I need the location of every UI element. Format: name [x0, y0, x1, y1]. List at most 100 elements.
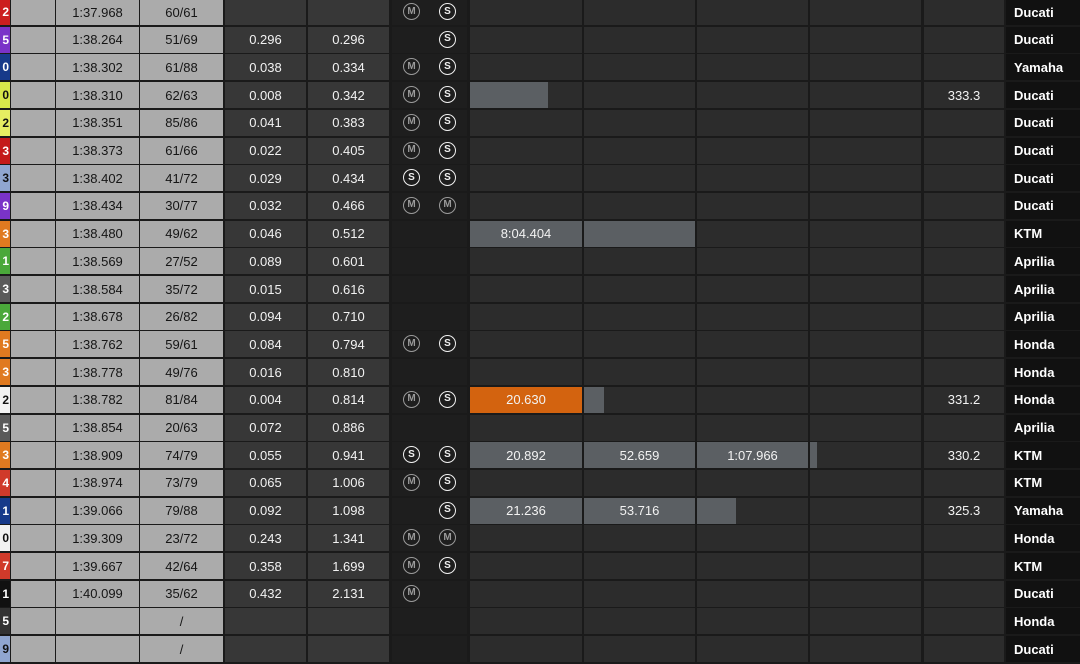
best-lap-time: 1:38.782	[56, 386, 139, 413]
table-row[interactable]: 1 1:38.569 27/52 0.089 0.601 Aprilia	[0, 248, 1080, 275]
sector-2-cell	[584, 54, 695, 81]
table-row[interactable]: 1 1:39.066 79/88 0.092 1.098 S 21.236 53.716 325…	[0, 497, 1080, 525]
sector-1-cell	[470, 248, 582, 275]
medium-tyre-icon: M	[403, 335, 420, 353]
sector-3-cell	[697, 580, 808, 607]
interval: 1.699	[308, 553, 389, 579]
gap-to-leader: 0.089	[225, 248, 306, 275]
table-row[interactable]: 9 / Ducati	[0, 636, 1080, 663]
sector-3-cell	[697, 331, 808, 358]
table-row[interactable]: 3 1:38.778 49/76 0.016 0.810 Honda	[0, 359, 1080, 386]
sector-3-cell	[697, 553, 808, 579]
sector-1-bar: 20.630	[470, 386, 582, 413]
table-row[interactable]: 2 1:38.678 26/82 0.094 0.710 Aprilia	[0, 303, 1080, 331]
rider-name-cell	[11, 525, 55, 552]
rider-number: 3	[0, 359, 10, 386]
best-lap-time: 1:38.264	[56, 26, 139, 53]
best-lap-time	[56, 608, 139, 635]
best-lap-time: 1:39.309	[56, 525, 139, 552]
gap-to-leader: 0.072	[225, 414, 306, 441]
soft-tyre-icon: S	[403, 169, 420, 187]
rider-name-cell	[11, 137, 55, 164]
sector-4-cell	[810, 248, 921, 275]
rider-number: 1	[0, 580, 10, 607]
lap-count: 20/63	[140, 414, 223, 441]
sector-1-cell	[470, 54, 582, 81]
table-row[interactable]: 3 1:38.909 74/79 0.055 0.941 S S 20.892 52.659 1:…	[0, 442, 1080, 469]
table-row[interactable]: 0 1:39.309 23/72 0.243 1.341 M M Honda	[0, 525, 1080, 552]
rider-number: 3	[0, 137, 10, 164]
sector-4-cell	[810, 553, 921, 579]
sector-4-cell	[810, 386, 921, 413]
sector-2-bar: 52.659	[584, 442, 695, 469]
sector-4-cell	[810, 276, 921, 302]
tyre-compounds: MS	[392, 137, 467, 164]
table-row[interactable]: 1 1:40.099 35/62 0.432 2.131 M Ducati	[0, 580, 1080, 608]
medium-tyre-icon: M	[403, 584, 420, 602]
interval: 0.334	[308, 54, 389, 81]
soft-tyre-icon: S	[439, 446, 456, 464]
sector-4-cell	[810, 303, 921, 330]
sector-3-cell	[697, 359, 808, 386]
table-row[interactable]: 5 / Honda	[0, 608, 1080, 635]
manufacturer: Honda	[1006, 331, 1080, 358]
best-lap-time: 1:38.302	[56, 54, 139, 81]
table-row[interactable]: 2 1:37.968 60/61 M S Ducati	[0, 0, 1080, 26]
top-speed	[924, 469, 1004, 496]
table-row[interactable]: 2 1:38.782 81/84 0.004 0.814 M S 20.630 331.2 Hon…	[0, 386, 1080, 414]
table-row[interactable]: 3 1:38.402 41/72 0.029 0.434 S S Ducati	[0, 165, 1080, 192]
manufacturer: Honda	[1006, 359, 1080, 386]
table-row[interactable]: 5 1:38.854 20/63 0.072 0.886 Aprilia	[0, 414, 1080, 442]
top-speed	[924, 137, 1004, 164]
sector-2-cell	[584, 165, 695, 192]
best-lap-time: 1:39.667	[56, 553, 139, 579]
gap-to-leader: 0.041	[225, 109, 306, 136]
gap-to-leader: 0.055	[225, 442, 306, 469]
table-row[interactable]: 2 1:38.351 85/86 0.041 0.383 M S Ducati	[0, 109, 1080, 137]
sector-3-cell	[697, 636, 808, 663]
sector-3-cell	[697, 414, 808, 441]
lap-count: 61/88	[140, 54, 223, 81]
sector-3-cell	[697, 109, 808, 136]
rider-name-cell	[11, 109, 55, 136]
top-speed	[924, 276, 1004, 302]
top-speed	[924, 359, 1004, 386]
interval: 0.941	[308, 442, 389, 469]
tyre-compounds: MS	[392, 54, 467, 81]
table-row[interactable]: 0 1:38.310 62/63 0.008 0.342 M S 333.3 Ducati	[0, 82, 1080, 109]
sector-2-cell	[584, 636, 695, 663]
rider-name-cell	[11, 165, 55, 192]
top-speed	[924, 248, 1004, 275]
rider-number: 3	[0, 442, 10, 469]
table-row[interactable]: 0 1:38.302 61/88 0.038 0.334 M S Yamaha	[0, 54, 1080, 81]
lap-count: 42/64	[140, 553, 223, 579]
interval: 1.098	[308, 497, 389, 524]
sector-2-cell	[584, 82, 695, 109]
best-lap-time: 1:38.778	[56, 359, 139, 386]
manufacturer: Ducati	[1006, 165, 1080, 192]
manufacturer: Ducati	[1006, 109, 1080, 136]
table-row[interactable]: 5 1:38.264 51/69 0.296 0.296 S Ducati	[0, 26, 1080, 54]
gap-to-leader: 0.046	[225, 220, 306, 247]
manufacturer: Aprilia	[1006, 276, 1080, 302]
table-row[interactable]: 3 1:38.373 61/66 0.022 0.405 M S Ducati	[0, 137, 1080, 165]
gap-to-leader	[225, 636, 306, 663]
best-lap-time: 1:38.480	[56, 220, 139, 247]
sector-3-cell	[697, 525, 808, 552]
sector-3-bar: 1:07.966	[697, 442, 808, 469]
table-row[interactable]: 7 1:39.667 42/64 0.358 1.699 M S KTM	[0, 553, 1080, 580]
sector-3-cell	[697, 82, 808, 109]
table-row[interactable]: 3 1:38.584 35/72 0.015 0.616 Aprilia	[0, 276, 1080, 303]
table-row[interactable]: 9 1:38.434 30/77 0.032 0.466 M M Ducati	[0, 192, 1080, 220]
lap-count: 35/72	[140, 276, 223, 302]
manufacturer: KTM	[1006, 220, 1080, 247]
table-row[interactable]: 3 1:38.480 49/62 0.046 0.512 8:04.404 KTM	[0, 220, 1080, 248]
lap-count: 35/62	[140, 580, 223, 607]
table-row[interactable]: 5 1:38.762 59/61 0.084 0.794 M S Honda	[0, 331, 1080, 358]
table-row[interactable]: 4 1:38.974 73/79 0.065 1.006 M S KTM	[0, 469, 1080, 497]
top-speed	[924, 192, 1004, 219]
manufacturer: Honda	[1006, 608, 1080, 635]
sector-4-cell	[810, 497, 921, 524]
best-lap-time: 1:38.762	[56, 331, 139, 358]
tyre-compounds: SS	[392, 165, 467, 192]
